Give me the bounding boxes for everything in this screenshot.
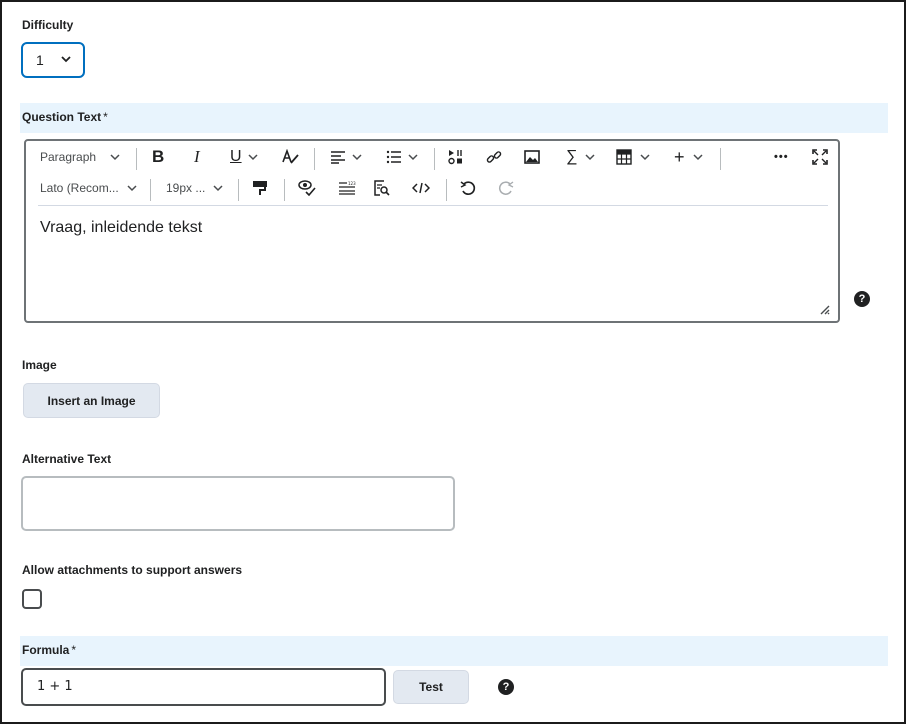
format-painter-icon[interactable]	[252, 174, 268, 202]
media-icon[interactable]	[448, 143, 464, 171]
help-icon[interactable]: ?	[498, 679, 514, 695]
toolbar-divider	[150, 179, 151, 201]
find-replace-icon[interactable]	[374, 174, 390, 202]
underline-button[interactable]: U	[230, 143, 258, 171]
table-dropdown[interactable]	[616, 143, 650, 171]
paragraph-format-dropdown[interactable]: Paragraph	[40, 143, 120, 171]
chevron-down-icon	[213, 185, 223, 192]
word-count-icon[interactable]: 123	[338, 174, 356, 202]
underline-glyph: U	[230, 148, 242, 165]
help-icon[interactable]: ?	[854, 291, 870, 307]
chevron-down-icon	[408, 154, 418, 161]
fullscreen-icon[interactable]	[812, 143, 828, 171]
rich-text-editor[interactable]: Paragraph B I U ∑ + ••• Lato (Recom... 1…	[24, 139, 840, 323]
font-size-label: 19px ...	[166, 181, 206, 195]
chevron-down-icon	[61, 56, 71, 63]
insert-image-button[interactable]: Insert an Image	[23, 383, 160, 418]
undo-icon[interactable]	[460, 174, 476, 202]
align-left-icon	[331, 151, 345, 164]
formula-label: Formula *	[22, 643, 77, 657]
alternative-text-label: Alternative Text	[22, 452, 112, 466]
plus-icon: +	[674, 146, 685, 167]
svg-text:123: 123	[348, 181, 356, 186]
difficulty-label: Difficulty	[22, 18, 74, 32]
resize-handle-icon[interactable]	[818, 303, 830, 315]
toolbar-divider	[314, 148, 315, 170]
font-family-dropdown[interactable]: Lato (Recom...	[40, 174, 137, 202]
chevron-down-icon	[248, 154, 258, 161]
accessibility-checker-icon[interactable]	[298, 174, 316, 202]
formula-header: Formula *	[20, 636, 888, 666]
source-code-icon[interactable]	[412, 174, 430, 202]
align-dropdown[interactable]	[330, 143, 362, 171]
redo-icon[interactable]	[498, 174, 514, 202]
bold-button[interactable]: B	[152, 143, 164, 171]
more-actions-button[interactable]: •••	[774, 143, 789, 171]
editor-content[interactable]: Vraag, inleidende tekst	[40, 219, 202, 237]
chevron-down-icon	[127, 185, 137, 192]
italic-button[interactable]: I	[194, 143, 200, 171]
chevron-down-icon	[692, 154, 703, 161]
sigma-icon: ∑	[566, 148, 578, 165]
paragraph-format-label: Paragraph	[40, 150, 97, 164]
question-editor-panel: Difficulty 1 Question Text * Paragraph B …	[0, 0, 906, 724]
text-style-icon[interactable]	[282, 143, 300, 171]
allow-attachments-label: Allow attachments to support answers	[22, 563, 243, 577]
equation-dropdown[interactable]: ∑	[566, 143, 595, 171]
chevron-down-icon	[110, 154, 120, 161]
toolbar-divider	[136, 148, 137, 170]
bullet-list-icon	[386, 150, 401, 164]
list-dropdown[interactable]	[386, 143, 418, 171]
toolbar-separator-line	[38, 205, 828, 206]
toolbar-divider	[720, 148, 721, 170]
link-icon[interactable]	[486, 143, 502, 171]
chevron-down-icon	[352, 154, 362, 161]
font-family-label: Lato (Recom...	[40, 181, 119, 195]
difficulty-value: 1	[36, 52, 44, 68]
formula-input[interactable]: 1 + 1	[21, 668, 386, 706]
chevron-down-icon	[585, 154, 595, 161]
chevron-down-icon	[640, 154, 650, 161]
question-text-header: Question Text *	[20, 103, 888, 133]
editor-toolbar-row-2: Lato (Recom... 19px ... 123	[26, 174, 838, 202]
font-size-dropdown[interactable]: 19px ...	[166, 174, 223, 202]
image-label: Image	[22, 358, 57, 372]
toolbar-divider	[284, 179, 285, 201]
editor-toolbar-row-1: Paragraph B I U ∑ + •••	[26, 143, 838, 171]
alternative-text-input[interactable]	[21, 476, 455, 531]
difficulty-select[interactable]: 1	[21, 42, 85, 78]
toolbar-divider	[238, 179, 239, 201]
toolbar-divider	[446, 179, 447, 201]
table-icon	[616, 149, 632, 165]
allow-attachments-checkbox[interactable]	[22, 589, 42, 609]
toolbar-divider	[434, 148, 435, 170]
image-icon[interactable]	[524, 143, 540, 171]
question-text-label: Question Text *	[22, 110, 108, 124]
insert-dropdown[interactable]: +	[674, 143, 703, 171]
test-formula-button[interactable]: Test	[393, 670, 469, 704]
